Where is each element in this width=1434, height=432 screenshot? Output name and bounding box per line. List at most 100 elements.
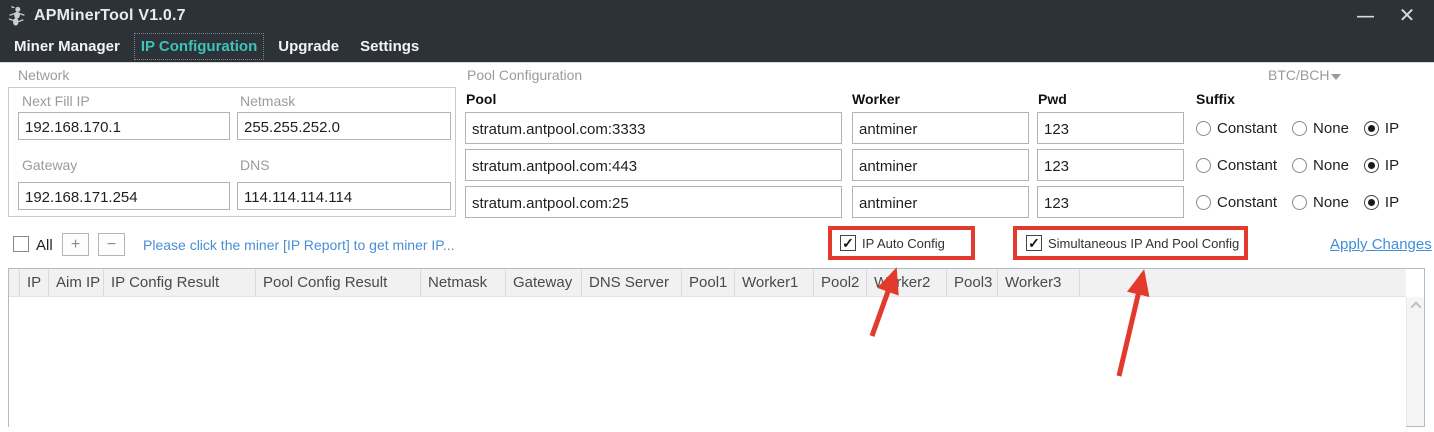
pool2-url-input[interactable] <box>465 149 842 181</box>
plus-icon: + <box>70 235 81 253</box>
miner-table-body-empty <box>9 297 1406 427</box>
minimize-button[interactable]: — <box>1344 0 1386 31</box>
minimize-icon: — <box>1357 5 1374 25</box>
ip-report-hint: Please click the miner [IP Report] to ge… <box>143 237 455 253</box>
chevron-down-icon <box>1331 73 1342 80</box>
pool3-url-input[interactable] <box>465 186 842 218</box>
column-header-ip[interactable]: IP <box>20 269 49 296</box>
network-section-label: Network <box>18 67 70 83</box>
ip-auto-config-annotation-box: IP Auto Config <box>828 226 975 260</box>
pool3-suffix-constant-radio[interactable]: Constant <box>1196 194 1277 211</box>
ip-auto-config-label: IP Auto Config <box>862 235 945 251</box>
column-header-dns-server[interactable]: DNS Server <box>582 269 682 296</box>
pool1-worker-input[interactable] <box>852 112 1029 144</box>
window-title: APMinerTool V1.0.7 <box>34 6 186 24</box>
menu-item-upgrade[interactable]: Upgrade <box>271 33 346 60</box>
pool2-suffix-radios: Constant None IP <box>1196 156 1399 174</box>
dns-label: DNS <box>240 157 270 173</box>
table-header-filler <box>1080 269 1406 296</box>
miner-table: IP Aim IP IP Config Result Pool Config R… <box>8 268 1425 427</box>
netmask-input[interactable] <box>237 112 451 140</box>
dns-input[interactable] <box>237 182 451 210</box>
simultaneous-config-checkbox[interactable] <box>1026 235 1042 251</box>
column-header-worker3[interactable]: Worker3 <box>998 269 1080 296</box>
pool2-suffix-constant-radio[interactable]: Constant <box>1196 157 1277 174</box>
scroll-up-icon[interactable] <box>1409 301 1422 313</box>
pool1-url-input[interactable] <box>465 112 842 144</box>
radio-icon <box>1196 120 1211 136</box>
pool3-suffix-none-radio[interactable]: None <box>1292 194 1349 211</box>
menu-item-miner-manager[interactable]: Miner Manager <box>7 33 127 60</box>
radio-selected-icon <box>1363 157 1379 173</box>
radio-icon <box>1196 194 1211 210</box>
column-header-pool2[interactable]: Pool2 <box>814 269 867 296</box>
radio-label: Constant <box>1217 119 1278 137</box>
pool-config-section-label: Pool Configuration <box>467 67 583 83</box>
menu-item-ip-configuration[interactable]: IP Configuration <box>133 33 265 60</box>
pool2-pwd-input[interactable] <box>1037 149 1184 181</box>
ip-auto-config-checkbox[interactable] <box>840 235 856 251</box>
add-row-button[interactable]: + <box>62 233 89 256</box>
pool-column-header: Pool <box>466 91 497 107</box>
coin-selector-dropdown[interactable]: BTC/BCH <box>1268 67 1342 83</box>
miner-table-header: IP Aim IP IP Config Result Pool Config R… <box>9 269 1406 297</box>
pool1-suffix-none-radio[interactable]: None <box>1292 120 1349 137</box>
pool1-suffix-ip-radio[interactable]: IP <box>1363 119 1400 137</box>
column-header-pool-config-result[interactable]: Pool Config Result <box>256 269 421 296</box>
simultaneous-config-label: Simultaneous IP And Pool Config <box>1048 235 1240 251</box>
pool2-suffix-ip-radio[interactable]: IP <box>1363 156 1400 174</box>
radio-label: None <box>1313 193 1349 211</box>
pool2-suffix-none-radio[interactable]: None <box>1292 157 1349 174</box>
next-fill-ip-label: Next Fill IP <box>22 93 90 109</box>
radio-label: IP <box>1384 156 1400 174</box>
radio-selected-icon <box>1363 194 1379 210</box>
pool2-worker-input[interactable] <box>852 149 1029 181</box>
netmask-label: Netmask <box>240 93 296 109</box>
suffix-column-header: Suffix <box>1196 91 1235 107</box>
column-header-ip-config-result[interactable]: IP Config Result <box>104 269 256 296</box>
worker-column-header: Worker <box>852 91 900 107</box>
table-scrollbar[interactable] <box>1406 297 1424 426</box>
column-header-worker2[interactable]: Worker2 <box>867 269 947 296</box>
radio-icon <box>1292 194 1308 210</box>
simultaneous-config-annotation-box: Simultaneous IP And Pool Config <box>1013 226 1248 260</box>
column-header-pool3[interactable]: Pool3 <box>947 269 998 296</box>
column-header-gateway[interactable]: Gateway <box>506 269 582 296</box>
next-fill-ip-input[interactable] <box>18 112 230 140</box>
pool1-suffix-radios: Constant None IP <box>1196 119 1399 137</box>
close-button[interactable]: ✕ <box>1386 0 1428 31</box>
radio-label: IP <box>1384 119 1400 137</box>
pool3-worker-input[interactable] <box>852 186 1029 218</box>
select-all-label: All <box>36 237 53 254</box>
pwd-column-header: Pwd <box>1038 91 1067 107</box>
column-header-pool1[interactable]: Pool1 <box>682 269 735 296</box>
column-header-worker1[interactable]: Worker1 <box>735 269 814 296</box>
close-icon: ✕ <box>1398 5 1416 27</box>
menu-item-settings[interactable]: Settings <box>353 33 426 60</box>
gateway-input[interactable] <box>18 182 230 210</box>
radio-icon <box>1292 157 1308 173</box>
radio-icon <box>1292 120 1308 136</box>
title-bar: APMinerTool V1.0.7 — ✕ <box>0 0 1434 31</box>
pool1-pwd-input[interactable] <box>1037 112 1184 144</box>
remove-row-button[interactable]: − <box>98 233 125 256</box>
radio-label: IP <box>1384 193 1400 211</box>
ant-logo-icon <box>7 5 27 27</box>
pool3-pwd-input[interactable] <box>1037 186 1184 218</box>
select-all-checkbox[interactable] <box>13 236 29 252</box>
radio-label: Constant <box>1217 156 1278 174</box>
pool3-suffix-radios: Constant None IP <box>1196 193 1399 211</box>
pool3-suffix-ip-radio[interactable]: IP <box>1363 193 1400 211</box>
table-header-spacer <box>9 269 20 296</box>
column-header-aim-ip[interactable]: Aim IP <box>49 269 104 296</box>
apply-changes-link[interactable]: Apply Changes <box>1330 236 1432 253</box>
minus-icon: − <box>106 235 117 253</box>
menu-bar: Miner Manager IP Configuration Upgrade S… <box>0 31 1434 63</box>
column-header-netmask[interactable]: Netmask <box>421 269 506 296</box>
radio-label: None <box>1313 156 1349 174</box>
gateway-label: Gateway <box>22 157 78 173</box>
coin-selector-value: BTC/BCH <box>1268 67 1330 83</box>
window-controls: — ✕ <box>1344 0 1428 31</box>
radio-label: Constant <box>1217 193 1278 211</box>
pool1-suffix-constant-radio[interactable]: Constant <box>1196 120 1277 137</box>
